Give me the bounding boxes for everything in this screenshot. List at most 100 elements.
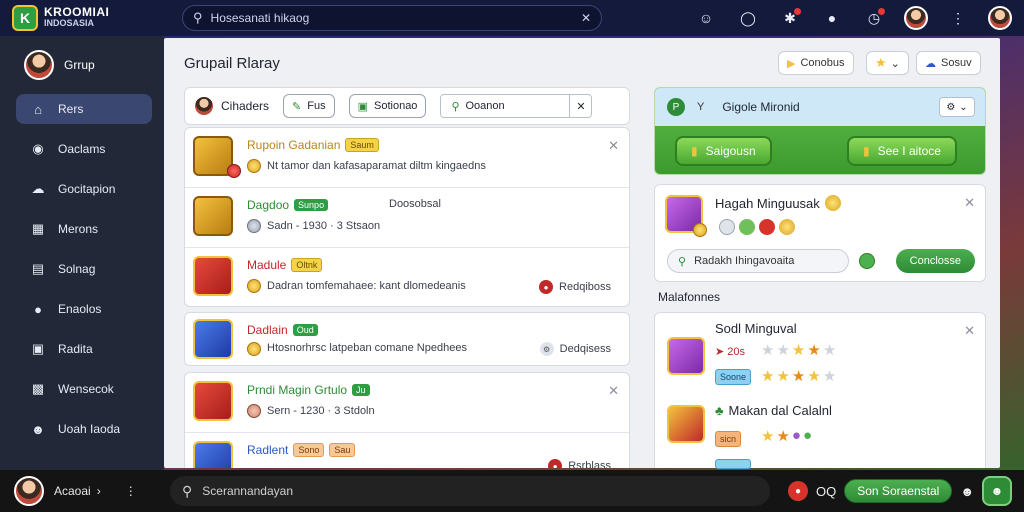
- filter-select[interactable]: ⚲ Ooanon ✕: [440, 94, 593, 118]
- filter-chip-2[interactable]: ▣ Sotionao: [348, 94, 427, 118]
- sidebar-item-building[interactable]: ▦ Merons: [16, 214, 152, 244]
- row-title: Dadlain: [247, 323, 288, 337]
- row-tag: Oltnk: [291, 258, 323, 272]
- main-panel: Grupail Rlaray ▶ Conobus ★ ⌄ ☁ Sosuv Cih…: [164, 38, 1000, 469]
- row-tag: Sono: [293, 443, 325, 457]
- bottom-search-input[interactable]: ⚲ Scerannandayan: [170, 476, 770, 506]
- list-item[interactable]: Madule Oltnk Dadran tomfemahaee: kant dl…: [185, 248, 629, 308]
- gift-icon: [193, 319, 233, 359]
- more-icon[interactable]: ⋮: [125, 484, 137, 498]
- confirm-button[interactable]: Conclosse: [895, 249, 975, 273]
- coin-icon: [247, 279, 261, 293]
- close-icon[interactable]: ✕: [608, 138, 619, 154]
- list-item[interactable]: Dadlain Oud Htosnorhrsc latpeban comane …: [185, 313, 629, 365]
- top-search-text: Hosesanati hikaog: [210, 11, 310, 25]
- bottom-badge[interactable]: OQ: [816, 484, 836, 499]
- tools-icon[interactable]: ✱: [778, 6, 802, 30]
- search-icon: ⚲: [678, 255, 687, 268]
- app-logo[interactable]: K KROOMIAI INDOSASIA: [12, 5, 162, 31]
- milestone-title: Makan dal Calalnl: [728, 403, 832, 418]
- coin-icon: [779, 219, 795, 235]
- clock-icon[interactable]: ◷: [862, 6, 886, 30]
- header-button-1[interactable]: ▶ Conobus: [778, 51, 854, 75]
- location-icon: ◉: [32, 141, 44, 156]
- chevron-right-icon: ›: [96, 484, 101, 498]
- page-title: Grupail Rlaray: [184, 55, 280, 72]
- star-icon: ★: [822, 368, 837, 385]
- cloud-icon: ☁: [31, 181, 45, 196]
- record-icon[interactable]: ●: [788, 481, 809, 501]
- list-item[interactable]: Prndi Magin Grtulo Ju Sern - 1230 · 3 St…: [185, 373, 629, 433]
- star-icon: ★: [822, 342, 837, 359]
- avatar: [24, 50, 54, 80]
- chevron-down-icon: ⌄: [890, 57, 900, 70]
- row-subtitle: Dadran tomfemahaee: kant dlomedeanis: [267, 280, 466, 292]
- star-icon: ★: [776, 428, 790, 445]
- coin-icon: [247, 404, 261, 418]
- document-icon: ▣: [31, 341, 45, 356]
- row-title: Radlent: [247, 443, 289, 457]
- cloud-icon: ☁: [925, 57, 936, 70]
- row-status: Rsrblass: [568, 460, 611, 468]
- emoji-icon[interactable]: ☺: [694, 6, 718, 30]
- coin-icon: [247, 342, 261, 356]
- search-icon: ⚲: [182, 482, 193, 499]
- star-icon: ★: [807, 368, 821, 385]
- close-icon[interactable]: ✕: [569, 95, 591, 117]
- arrow-icon: ➤: [715, 346, 725, 358]
- bell-icon[interactable]: ●: [820, 6, 844, 30]
- sidebar-item-document[interactable]: ▣ Radita: [16, 334, 152, 364]
- coin-icon: [693, 223, 707, 237]
- row-tag: Oud: [292, 324, 318, 336]
- promo-button-2[interactable]: ▮ See I aitoce: [847, 136, 957, 166]
- header-button-3[interactable]: ☁ Sosuv: [916, 51, 981, 75]
- user-icon[interactable]: ☻: [960, 484, 974, 499]
- home-icon: ⌂: [34, 101, 42, 117]
- sidebar-item-home[interactable]: ⌂ Rers: [16, 94, 152, 124]
- filter-chip-1[interactable]: ✎ Fus: [283, 94, 335, 118]
- star-icon: ★: [761, 428, 775, 445]
- coin-icon: [824, 195, 841, 211]
- list-item[interactable]: Radlent Sono Sau ● Rsrblass: [185, 433, 629, 468]
- sidebar-item-cloud[interactable]: ☁ Gocitapion: [16, 174, 152, 204]
- star-icon: ★: [761, 368, 775, 385]
- list-item[interactable]: Dagdoo Sunpo Doosobsal Sadn - 1930 · 3 S…: [185, 188, 629, 248]
- bottom-action-button[interactable]: Son Soraenstal: [844, 479, 953, 503]
- close-icon[interactable]: ✕: [964, 195, 975, 211]
- top-search-input[interactable]: ⚲ Hosesanati hikaog ✕: [182, 5, 602, 31]
- sidebar-item-location[interactable]: ◉ Oaclams: [16, 134, 152, 164]
- leaf-icon: [739, 219, 755, 235]
- profile-icon[interactable]: ☻: [982, 476, 1012, 506]
- sidebar-user[interactable]: Grrup: [0, 36, 164, 94]
- avatar[interactable]: [904, 6, 928, 30]
- row-meta: Doosobsal: [389, 198, 441, 210]
- settings-icon[interactable]: ⋮: [946, 6, 970, 30]
- sidebar-item-grid[interactable]: ▩ Wensecok: [16, 374, 152, 404]
- promo-settings-dropdown[interactable]: ⚙ ⌄: [939, 97, 975, 117]
- logo-icon: K: [12, 5, 38, 31]
- promo-button-1[interactable]: ▮ Saigousn: [675, 136, 772, 166]
- sidebar-item-chat[interactable]: ● Enaolos: [16, 294, 152, 324]
- notification-dot: [878, 8, 885, 15]
- close-icon[interactable]: ✕: [964, 323, 975, 339]
- gold-bars-icon: [193, 196, 233, 236]
- avatar[interactable]: [988, 6, 1012, 30]
- milestones-card: ✕ Sodl Minguval ➤ 20s ★ ★ ★ ★ ★ Soone ★ …: [654, 312, 986, 469]
- star-icon: ★: [776, 342, 790, 359]
- clover-icon: ♣: [715, 403, 724, 418]
- list-item[interactable]: Rupoin Gadanian Saum Nt tamor dan kafasa…: [185, 128, 629, 188]
- cake-icon: [667, 405, 705, 443]
- row-tag-2: Sau: [329, 443, 356, 457]
- sidebar-item-group[interactable]: ☻ Uoah Iaoda: [16, 414, 152, 444]
- badge-icon: [759, 219, 775, 235]
- chat-icon[interactable]: ◯: [736, 6, 760, 30]
- clear-icon[interactable]: ✕: [581, 11, 591, 25]
- gift-code-input[interactable]: ⚲ Radakh Ihingavoaita: [667, 249, 849, 273]
- star-dropdown[interactable]: ★ ⌄: [866, 51, 909, 75]
- close-icon[interactable]: ✕: [608, 383, 619, 399]
- sidebar-item-calendar[interactable]: ▤ Solnag: [16, 254, 152, 284]
- sidebar: Grrup ⌂ Rers ◉ Oaclams ☁ Gocitapion ▦ Me…: [0, 36, 164, 470]
- settings-icon: ⚙: [946, 101, 956, 113]
- bottom-user[interactable]: Acaoai › ⋮: [0, 476, 160, 506]
- gift-icon: [193, 256, 233, 296]
